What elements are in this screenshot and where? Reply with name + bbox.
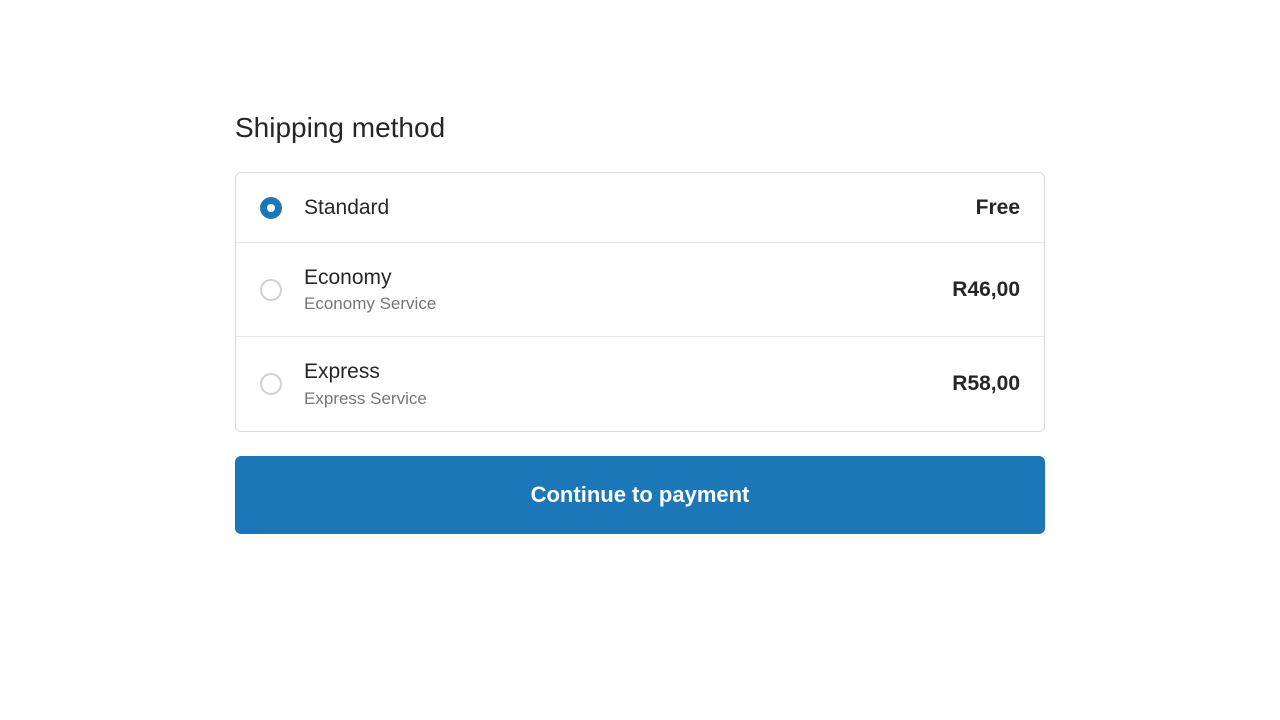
option-price-economy: R46,00 (952, 278, 1020, 302)
shipping-option-express[interactable]: Express Express Service R58,00 (236, 337, 1044, 430)
option-label-express: Express (304, 359, 952, 384)
radio-express[interactable] (260, 373, 282, 395)
option-label-standard: Standard (304, 195, 976, 220)
shipping-option-standard[interactable]: Standard Free (236, 173, 1044, 243)
continue-to-payment-button[interactable]: Continue to payment (235, 456, 1045, 534)
option-price-standard: Free (976, 196, 1020, 220)
shipping-method-title: Shipping method (235, 112, 1045, 144)
shipping-option-economy[interactable]: Economy Economy Service R46,00 (236, 243, 1044, 337)
option-price-express: R58,00 (952, 372, 1020, 396)
shipping-options-panel: Standard Free Economy Economy Service R4… (235, 172, 1045, 432)
radio-standard[interactable] (260, 197, 282, 219)
radio-economy[interactable] (260, 279, 282, 301)
option-label-economy: Economy (304, 265, 952, 290)
option-sublabel-express: Express Service (304, 389, 952, 409)
option-sublabel-economy: Economy Service (304, 294, 952, 314)
